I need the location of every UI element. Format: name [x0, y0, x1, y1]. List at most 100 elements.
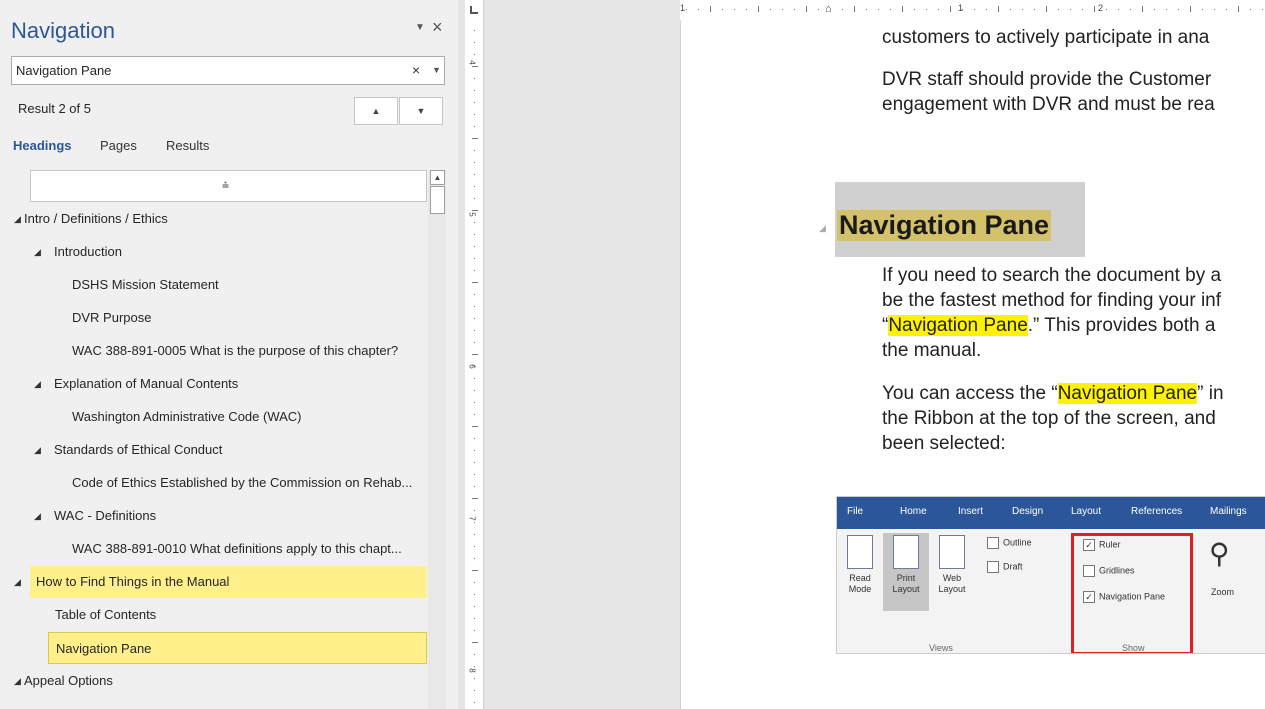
ruler-tick	[1250, 9, 1251, 10]
zoom-icon: ⚲	[1209, 538, 1230, 569]
ruler-tick	[474, 438, 475, 439]
doc-line: been selected:	[882, 433, 1006, 454]
views-group-label: Views	[929, 643, 953, 653]
ruler-tick	[474, 582, 475, 583]
outline-icon	[987, 537, 999, 549]
ruler-tick	[1082, 9, 1083, 10]
tree-item-label: How to Find Things in the Manual	[36, 574, 230, 589]
ruler-tick	[698, 9, 699, 10]
ribbon-tab-insert: Insert	[958, 506, 984, 517]
expand-collapse-icon[interactable]: ◢	[34, 500, 41, 532]
expand-collapse-icon[interactable]: ◢	[14, 203, 21, 235]
tree-item-label: WAC 388-891-0005 What is the purpose of …	[72, 343, 399, 358]
tool-label: Web	[942, 573, 962, 583]
tree-item-label: WAC 388-891-0010 What definitions apply …	[72, 541, 402, 556]
ruler-tick	[474, 558, 475, 559]
tree-item[interactable]: ◢ Introduction	[0, 236, 428, 268]
tree-scrollbar[interactable]: ▲	[428, 170, 446, 709]
tab-selector-icon[interactable]	[470, 6, 478, 14]
ruler-tick	[1094, 6, 1095, 12]
ribbon-tab-home: Home	[900, 506, 927, 517]
search-match-highlight: Navigation Pane	[1057, 383, 1198, 404]
ruler-tick	[474, 198, 475, 199]
ruler-tick	[1202, 9, 1203, 10]
tree-item[interactable]: ◢ WAC - Definitions	[0, 500, 428, 532]
ribbon-tab-layout: Layout	[1071, 506, 1102, 517]
ruler-tick	[474, 462, 475, 463]
web-layout-tool: Web Layout	[929, 533, 975, 611]
expand-collapse-icon[interactable]: ◢	[34, 368, 41, 400]
result-count: Result 2 of 5	[18, 101, 91, 116]
tab-results[interactable]: Results	[166, 138, 209, 153]
expand-collapse-icon[interactable]: ◢	[14, 566, 21, 598]
ribbon-tab-design: Design	[1012, 506, 1044, 517]
ruler-tick	[474, 594, 475, 595]
collapse-all-icon[interactable]: ⩮	[222, 178, 229, 193]
tree-item-label: Appeal Options	[24, 673, 113, 688]
expand-collapse-icon[interactable]: ◢	[34, 434, 41, 466]
ruler-tick	[686, 9, 687, 10]
web-layout-icon	[939, 535, 965, 569]
ribbon-tab-file: File	[847, 506, 864, 517]
ribbon-tab-mailings: Mailings	[1210, 506, 1247, 517]
ruler-tick	[474, 342, 475, 343]
ruler-tick	[794, 9, 795, 10]
document-page[interactable]: customers to actively participate in ana…	[680, 20, 1265, 709]
tree-item[interactable]: Table of Contents	[0, 599, 428, 631]
ruler-tick	[474, 294, 475, 295]
ruler-tick	[474, 234, 475, 235]
tool-label: Draft	[1003, 561, 1023, 572]
tree-item[interactable]: ◢ Intro / Definitions / Ethics	[0, 203, 428, 235]
heading-collapse-icon[interactable]: ◢	[819, 223, 826, 234]
ruler-tick	[472, 210, 478, 211]
clear-search-icon[interactable]: ×	[412, 62, 420, 78]
ruler-tick	[474, 90, 475, 91]
doc-line: You can access the “Navigation Pane” in	[882, 382, 1224, 406]
ruler-tick	[474, 126, 475, 127]
ruler-tick	[474, 270, 475, 271]
search-options-icon[interactable]: ▼	[432, 65, 441, 75]
expand-collapse-icon[interactable]: ◢	[14, 665, 21, 697]
search-box[interactable]: × ▼	[11, 56, 445, 85]
tree-item[interactable]: WAC 388-891-0005 What is the purpose of …	[0, 335, 428, 367]
previous-result-button[interactable]: ▲	[354, 97, 398, 125]
scroll-thumb[interactable]	[430, 186, 445, 214]
ruler-tick	[734, 9, 735, 10]
tab-headings[interactable]: Headings	[13, 138, 72, 153]
ruler-tick	[926, 9, 927, 10]
search-input[interactable]	[16, 63, 396, 78]
ruler-tick	[1226, 9, 1227, 10]
tab-pages[interactable]: Pages	[100, 138, 137, 153]
red-highlight-frame	[1071, 533, 1193, 653]
print-layout-tool: Print Layout	[883, 533, 929, 611]
tree-item-label: Intro / Definitions / Ethics	[24, 211, 168, 226]
tree-item[interactable]: ◢ Appeal Options	[0, 665, 428, 697]
ruler-number: 5	[467, 212, 477, 217]
tree-item[interactable]: Washington Administrative Code (WAC)	[0, 401, 428, 433]
ruler-tick	[474, 474, 475, 475]
close-icon[interactable]: ×	[432, 17, 443, 38]
tree-item[interactable]: Code of Ethics Established by the Commis…	[0, 467, 428, 499]
tree-item[interactable]: DSHS Mission Statement	[0, 269, 428, 301]
ruler-tick	[1118, 9, 1119, 10]
tree-item[interactable]: ◢ Explanation of Manual Contents	[0, 368, 428, 400]
tree-item[interactable]: DVR Purpose	[0, 302, 428, 334]
tree-item[interactable]: ◢ Standards of Ethical Conduct	[0, 434, 428, 466]
tree-item[interactable]: ◢ How to Find Things in the Manual	[14, 566, 427, 598]
doc-line: customers to actively participate in ana	[882, 27, 1210, 48]
tree-item[interactable]: Navigation Pane	[48, 632, 427, 664]
ruler-tick	[474, 486, 475, 487]
ruler-tick	[746, 9, 747, 10]
expand-collapse-icon[interactable]: ◢	[34, 236, 41, 268]
pane-options-icon[interactable]: ▼	[415, 22, 425, 33]
ruler-tick	[1190, 6, 1191, 12]
tree-item-label: DVR Purpose	[72, 310, 152, 325]
collapse-all-bar[interactable]: ⩮	[30, 170, 427, 202]
tree-item-label: DSHS Mission Statement	[72, 277, 219, 292]
next-result-button[interactable]: ▼	[399, 97, 443, 125]
tree-item[interactable]: WAC 388-891-0010 What definitions apply …	[0, 533, 428, 565]
scroll-up-icon[interactable]: ▲	[430, 170, 445, 185]
ruler-tick	[782, 9, 783, 10]
ruler-number: 2	[1098, 3, 1104, 13]
ruler-tick	[474, 654, 475, 655]
